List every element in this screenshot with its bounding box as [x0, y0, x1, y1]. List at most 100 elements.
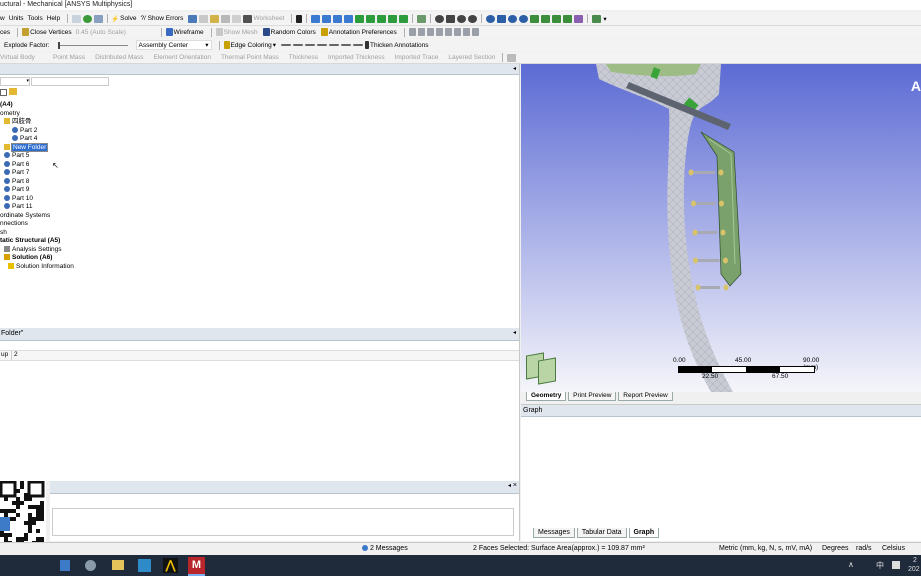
view-triad[interactable]: [526, 352, 556, 385]
report-icon[interactable]: [221, 14, 231, 23]
tab-graph[interactable]: Graph: [628, 528, 660, 538]
rotate-icon[interactable]: [435, 14, 445, 23]
solve-button[interactable]: ⚡ Solve: [111, 15, 136, 23]
camera-icon[interactable]: [243, 14, 253, 23]
tree-item[interactable]: Part 5: [0, 152, 519, 161]
check-icon[interactable]: [83, 14, 93, 23]
thermal-point-mass-button[interactable]: Thermal Point Mass: [221, 54, 279, 61]
tree-item[interactable]: 四肢骨: [0, 118, 519, 127]
folder-toolbar-icon[interactable]: [9, 88, 17, 95]
axis-icon-2[interactable]: [417, 28, 425, 36]
tree-item[interactable]: Part 10: [0, 195, 519, 204]
graph-icon[interactable]: [94, 14, 104, 23]
status-messages[interactable]: 2 Messages: [362, 545, 408, 552]
taskbar-app-4-icon[interactable]: [138, 559, 151, 572]
edge-select-icon[interactable]: [322, 14, 332, 23]
vertex-select-icon[interactable]: [311, 14, 321, 23]
axis-icon-1[interactable]: [408, 28, 416, 36]
tree-item[interactable]: Part 6: [0, 161, 519, 170]
tree-item[interactable]: Part 2: [0, 127, 519, 136]
pin-icon[interactable]: ◂: [513, 65, 516, 72]
tray-flag-icon[interactable]: [892, 561, 900, 569]
point-mass-button[interactable]: Point Mass: [53, 54, 85, 61]
layout-icon[interactable]: [592, 14, 602, 23]
status-rads[interactable]: rad/s: [856, 545, 872, 552]
tree-item[interactable]: (A4): [0, 101, 519, 110]
taskbar-mechanical-icon[interactable]: M: [188, 557, 205, 576]
zoom-icon[interactable]: [457, 14, 467, 23]
axis-icon-8[interactable]: [471, 28, 479, 36]
slider-thumb[interactable]: [57, 41, 60, 49]
wireframe-button[interactable]: Wireframe: [165, 28, 204, 36]
annotation-preferences-button[interactable]: Annotation Preferences: [320, 28, 397, 36]
chevron-down-icon[interactable]: ▾: [603, 15, 608, 23]
options-icon[interactable]: [507, 53, 517, 62]
menu-help[interactable]: Help: [47, 15, 60, 22]
magnifier-icon[interactable]: [519, 14, 529, 23]
axis-icon-5[interactable]: [444, 28, 452, 36]
tree-item[interactable]: Solution (A6): [0, 254, 519, 263]
tree-item[interactable]: Part 7: [0, 169, 519, 178]
random-colors-button[interactable]: Random Colors: [262, 28, 316, 36]
menu-tools[interactable]: Tools: [28, 15, 43, 22]
auto-scale-dropdown[interactable]: 0.45 (Auto Scale): [76, 29, 154, 36]
details-row-value[interactable]: 2: [12, 351, 18, 360]
taskbar-app-3-icon[interactable]: [112, 560, 124, 570]
zoom-all-icon[interactable]: [497, 14, 507, 23]
edge-style-icon-2[interactable]: [293, 44, 303, 46]
green-select-icon-1[interactable]: [355, 14, 365, 23]
tab-report-preview[interactable]: Report Preview: [618, 392, 673, 401]
viewports-icon[interactable]: [574, 14, 584, 23]
expand-icon[interactable]: [0, 89, 7, 96]
tree-item[interactable]: ordinate Systems: [0, 212, 519, 221]
virtual-body-button[interactable]: Virtual Body: [0, 54, 35, 61]
imported-trace-button[interactable]: Imported Trace: [395, 54, 439, 61]
edge-style-icon-1[interactable]: [281, 44, 291, 46]
show-errors-button[interactable]: ?/ Show Errors: [140, 15, 183, 22]
edge-style-icon-5[interactable]: [329, 44, 339, 46]
new-icon[interactable]: [72, 14, 82, 23]
tree-item[interactable]: tatic Structural (A5): [0, 237, 519, 246]
tray-ime[interactable]: 中: [876, 560, 884, 571]
green-select-icon-5[interactable]: [399, 14, 409, 23]
zoom-in-icon[interactable]: [508, 14, 518, 23]
tab-geometry[interactable]: Geometry: [526, 392, 567, 401]
pan-icon[interactable]: [446, 14, 456, 23]
distributed-mass-button[interactable]: Distributed Mass: [95, 54, 143, 61]
isometric-icon[interactable]: [552, 14, 562, 23]
zoom-fit-icon[interactable]: [486, 14, 496, 23]
previous-view-icon[interactable]: [530, 14, 540, 23]
tray-time[interactable]: 2: [913, 557, 917, 564]
element-orientation-button[interactable]: Element Orientation: [154, 54, 211, 61]
close-icon[interactable]: ×: [513, 482, 517, 489]
tab-tabular-data[interactable]: Tabular Data: [576, 528, 627, 538]
show-mesh-button[interactable]: Show Mesh: [215, 28, 258, 36]
select-cursor-icon[interactable]: [296, 14, 303, 23]
menu-view[interactable]: w: [0, 15, 5, 22]
close-vertices-button[interactable]: Close Vertices: [21, 28, 72, 36]
tree-item[interactable]: Analysis Settings: [0, 246, 519, 255]
filter-input[interactable]: [31, 77, 109, 86]
tree-item[interactable]: New Folder: [0, 142, 519, 153]
next-view-icon[interactable]: [541, 14, 551, 23]
model-icon[interactable]: [188, 14, 198, 23]
taskbar-ansys-icon[interactable]: ⋀: [163, 558, 178, 573]
chart-icon[interactable]: [232, 14, 242, 23]
viewport-canvas[interactable]: [521, 64, 921, 392]
extend-icon[interactable]: [417, 14, 427, 23]
status-units[interactable]: Metric (mm, kg, N, s, mV, mA): [719, 545, 812, 552]
edge-style-icon-6[interactable]: [341, 44, 351, 46]
green-select-icon-4[interactable]: [388, 14, 398, 23]
tray-chevron-icon[interactable]: ∧: [848, 560, 854, 569]
filter-dropdown[interactable]: ▾: [0, 77, 30, 86]
tray-date[interactable]: 202: [908, 566, 920, 573]
clipboard-icon[interactable]: [199, 14, 209, 23]
taskbar-app-1-icon[interactable]: [60, 560, 70, 571]
tree-item[interactable]: Solution Information: [0, 263, 519, 272]
green-select-icon-3[interactable]: [377, 14, 387, 23]
axis-icon-6[interactable]: [453, 28, 461, 36]
edge-coloring-button[interactable]: Edge Coloring ▾: [223, 41, 276, 49]
axis-icon-3[interactable]: [426, 28, 434, 36]
edge-style-icon-3[interactable]: [305, 44, 315, 46]
layered-section-button[interactable]: Layered Section: [448, 54, 495, 61]
